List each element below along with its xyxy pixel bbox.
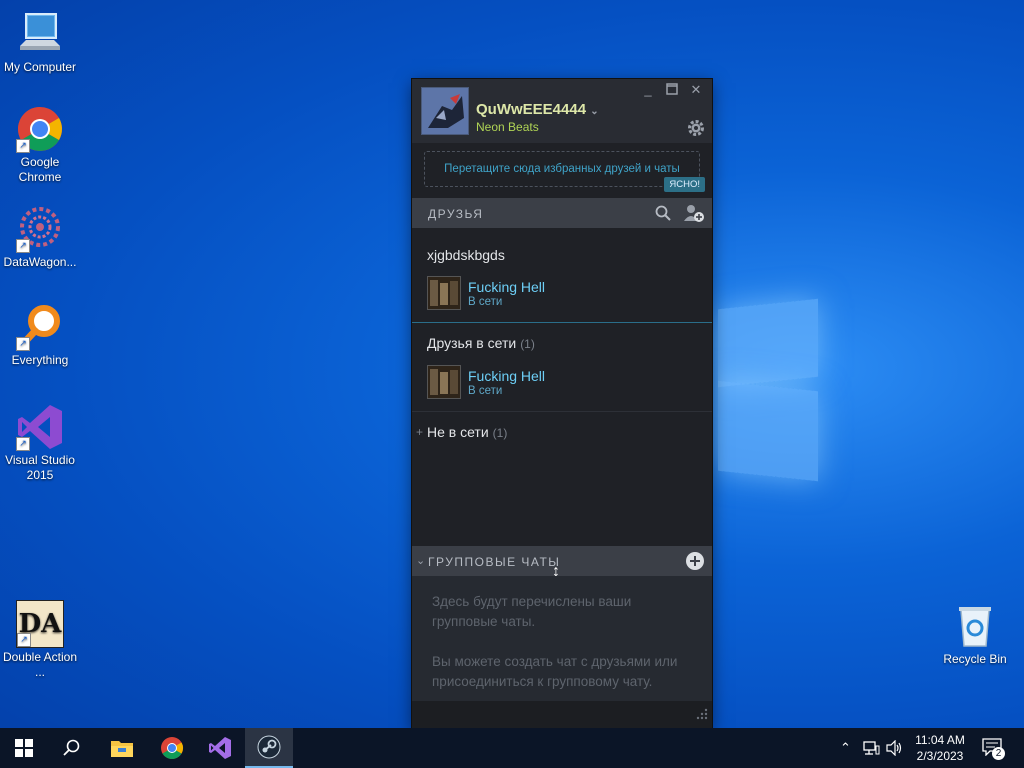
group-name: Друзья в сети (427, 335, 517, 351)
desktop-icon-label: Double Action ... (2, 650, 78, 679)
steam-friends-window: QuWwEEE4444 ⌄ Neon Beats _ ✕ Перетащите … (412, 79, 712, 729)
search-icon[interactable] (655, 205, 671, 226)
add-friend-icon[interactable] (683, 203, 705, 228)
desktop-icon-datawagon[interactable]: ↗ DataWagon... (0, 205, 80, 270)
windows-logo-wallpaper (714, 290, 824, 482)
clock[interactable]: 11:04 AM 2/3/2023 (905, 732, 975, 764)
search-button[interactable] (48, 728, 96, 768)
dismiss-button[interactable]: ЯСНО! (664, 177, 705, 192)
double-action-icon: DA ↗ (16, 600, 64, 648)
desktop-icon-label: Recycle Bin (943, 652, 1007, 666)
desktop-icon-label: Visual Studio 2015 (5, 453, 75, 482)
clock-date: 2/3/2023 (916, 749, 964, 763)
desktop-icon-chrome[interactable]: ↗ Google Chrome (0, 105, 80, 185)
shortcut-arrow-icon: ↗ (17, 633, 31, 647)
notification-center-button[interactable]: 2 (982, 738, 1006, 760)
desktop-icon-double-action[interactable]: DA ↗ Double Action ... (0, 600, 80, 680)
avatar[interactable] (421, 87, 469, 135)
friend-group-title[interactable]: xjgbdskbgds (427, 247, 505, 263)
window-footer (412, 701, 712, 729)
friends-header-label: ДРУЗЬЯ (428, 207, 484, 221)
window-controls: _ ✕ (640, 83, 704, 97)
add-group-chat-icon[interactable] (685, 551, 705, 576)
visual-studio-icon: ↗ (16, 403, 64, 451)
datawagon-icon: ↗ (16, 205, 64, 253)
expand-plus-icon[interactable]: + (416, 425, 423, 439)
friend-name: Fucking Hell (468, 368, 546, 384)
desktop-icon-label: DataWagon... (3, 255, 77, 269)
shortcut-arrow-icon: ↗ (16, 239, 30, 253)
group-chats-help-text: Вы можете создать чат с друзьями или при… (432, 654, 678, 689)
start-button[interactable] (0, 728, 48, 768)
taskbar-visual-studio[interactable] (196, 728, 244, 768)
group-chats-header-bar[interactable]: ⌄ ГРУППОВЫЕ ЧАТЫ (412, 546, 712, 576)
desktop-icon-everything[interactable]: ↗ Everything (0, 303, 80, 368)
friend-status: В сети (468, 296, 503, 308)
taskbar-steam[interactable] (245, 728, 293, 768)
chrome-icon (161, 737, 183, 759)
desktop-icon-recycle-bin[interactable]: Recycle Bin (935, 602, 1015, 667)
steam-icon (257, 735, 281, 759)
chevron-down-icon[interactable]: ⌄ (590, 106, 598, 117)
friend-name: Fucking Hell (468, 279, 546, 295)
close-icon[interactable]: ✕ (688, 83, 704, 97)
desktop-icon-my-computer[interactable]: My Computer (0, 10, 80, 75)
user-status: Neon Beats (476, 120, 539, 134)
desktop-icon-label: Google Chrome (18, 155, 62, 184)
desktop-icon-label: Everything (11, 353, 69, 367)
shortcut-arrow-icon: ↗ (16, 337, 30, 351)
shortcut-arrow-icon: ↗ (16, 139, 30, 153)
volume-icon[interactable] (886, 739, 904, 759)
group-chats-empty-text: Здесь будут перечислены ваши групповые ч… (432, 594, 632, 629)
taskbar-file-explorer[interactable] (98, 728, 146, 768)
minimize-icon[interactable]: _ (640, 83, 656, 97)
notification-count-badge: 2 (992, 747, 1005, 760)
friend-status: В сети (468, 385, 503, 397)
maximize-icon[interactable] (664, 83, 680, 97)
friend-item[interactable]: Fucking Hell В сети (427, 276, 707, 312)
friend-avatar (427, 365, 461, 399)
gear-icon[interactable] (686, 118, 706, 138)
group-count: (1) (492, 426, 508, 440)
favorites-dropzone[interactable]: Перетащите сюда избранных друзей и чаты (424, 151, 700, 187)
group-chats-header-label: ГРУППОВЫЕ ЧАТЫ (428, 555, 561, 569)
friend-avatar (427, 276, 461, 310)
chevron-down-icon[interactable]: ⌄ (416, 554, 425, 567)
friend-item[interactable]: Fucking Hell В сети (427, 365, 707, 401)
friend-group-title[interactable]: Друзья в сети (1) (427, 335, 535, 351)
group-count: (1) (520, 337, 535, 351)
windows-start-icon (15, 739, 33, 757)
resize-grip-icon[interactable] (694, 706, 708, 725)
search-icon (63, 739, 80, 756)
divider (412, 411, 712, 412)
show-hidden-icons[interactable]: ⌃ (840, 740, 851, 756)
friends-header-bar: ДРУЗЬЯ (412, 198, 712, 228)
network-icon[interactable] (862, 740, 880, 759)
taskbar: ⌃ 11:04 AM 2/3/2023 2 (0, 728, 1024, 768)
desktop-icon-visual-studio[interactable]: ↗ Visual Studio 2015 (0, 403, 80, 483)
shortcut-arrow-icon: ↗ (16, 437, 30, 451)
chrome-icon: ↗ (16, 105, 64, 153)
recycle-bin-icon (951, 602, 999, 650)
magnifier-icon: ↗ (16, 303, 64, 351)
friend-group-title[interactable]: Не в сети (1) (427, 424, 507, 440)
folder-icon (111, 741, 133, 757)
username[interactable]: QuWwEEE4444 ⌄ (476, 101, 599, 118)
group-chats-panel: Здесь будут перечислены ваши групповые ч… (412, 576, 712, 701)
computer-icon (16, 10, 64, 58)
steam-header: QuWwEEE4444 ⌄ Neon Beats _ ✕ (412, 79, 712, 143)
taskbar-chrome[interactable] (148, 728, 196, 768)
divider (412, 322, 712, 323)
desktop-icon-label: My Computer (3, 60, 77, 74)
group-name: Не в сети (427, 424, 489, 440)
group-name: xjgbdskbgds (427, 247, 505, 263)
clock-time: 11:04 AM (915, 733, 965, 747)
visual-studio-icon (209, 737, 231, 759)
